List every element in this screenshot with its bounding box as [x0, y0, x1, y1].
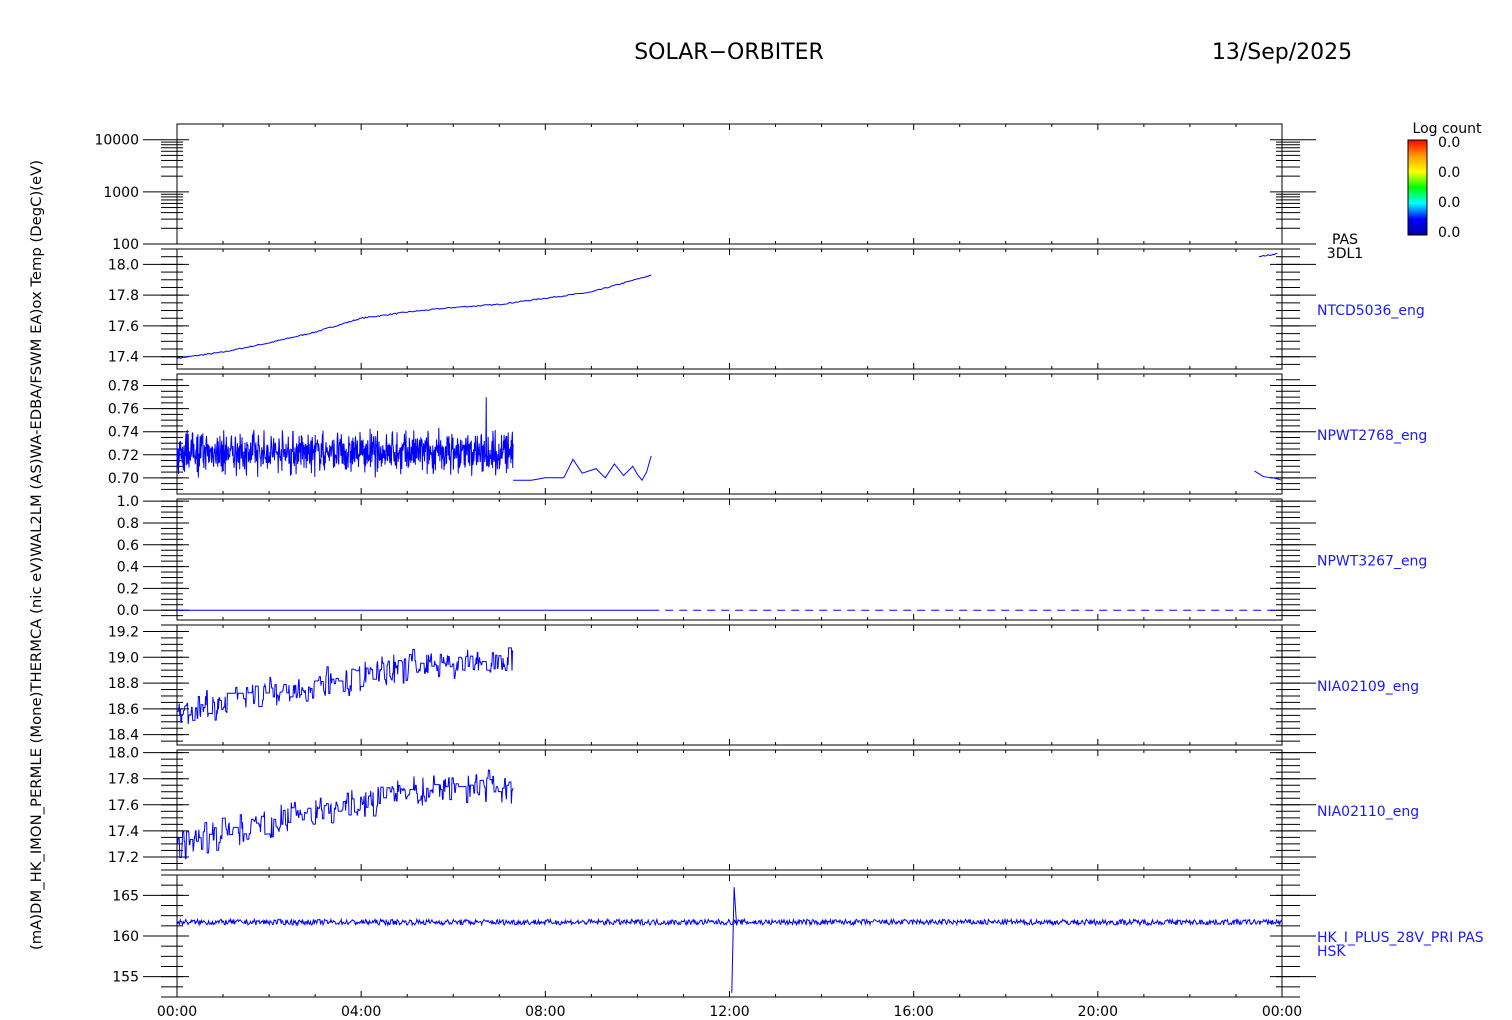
- series-line: [176, 274, 652, 360]
- y-tick-label: 1.0: [117, 494, 139, 510]
- y-tick-label: 160: [112, 929, 139, 945]
- panel-label: HSK: [1317, 944, 1346, 960]
- y-tick-label: 155: [112, 970, 139, 986]
- panel-npwt2768: 0.78 0.76 0.74 0.72 0.70 NPWT2768_eng: [108, 373, 1427, 495]
- panel-hk-i-plus: 165160155HK_I_PLUS_28V_PRI PASHSK: [112, 874, 1484, 998]
- y-tick-label: 17.4: [108, 824, 139, 840]
- panel-ntcd5036: 18.0 17.8 17.6 17.4 NTCD5036_eng: [108, 248, 1425, 370]
- panel-label: 3DL1: [1327, 246, 1363, 262]
- panel-label: NIA02109_eng: [1317, 679, 1419, 695]
- y-tick-label: 18.4: [108, 728, 139, 744]
- y-tick-label: 0.76: [108, 402, 139, 418]
- y-tick-label: 18.0: [108, 257, 139, 273]
- chart-title-mission: SOLAR−ORBITER: [634, 40, 824, 65]
- x-tick-label: 20:00: [1078, 1004, 1118, 1020]
- panel-nia02110: 18.0 17.8 17.6 17.4 17.2 NIA02110_eng: [108, 746, 1419, 871]
- y-tick-label: 0.72: [108, 448, 139, 464]
- chart-svg: SOLAR−ORBITER 13/Sep/2025 Log count 0.0 …: [29, 40, 1484, 1020]
- chart-date: 13/Sep/2025: [1212, 40, 1352, 65]
- x-tick-label: 00:00: [1262, 1004, 1302, 1020]
- panel-nia02109: 19.2 19.0 18.8 18.6 18.4 NIA02109_eng: [108, 624, 1419, 746]
- panel-pas-3dl1: 100001000100 PAS3DL1: [94, 123, 1363, 262]
- y-tick-label: 17.8: [108, 288, 139, 304]
- y-tick-label: 0.70: [108, 471, 139, 487]
- series-line: [177, 647, 514, 725]
- panel-frame: [176, 373, 1283, 495]
- y-tick-label: 0.6: [117, 538, 139, 554]
- series-line: [513, 455, 652, 482]
- y-tick-label: 17.8: [108, 772, 139, 788]
- x-tick-label: 08:00: [525, 1004, 565, 1020]
- y-tick-label: 10000: [94, 133, 139, 149]
- y-tick-label: 19.2: [108, 624, 139, 640]
- y-tick-label: 19.0: [108, 650, 139, 666]
- panel-label: NIA02110_eng: [1317, 804, 1419, 820]
- x-tick-label: 04:00: [341, 1004, 381, 1020]
- y-tick-label: 0.4: [117, 560, 139, 576]
- y-axis-title: (mA)DM_HK_IMON_PERMLE (Mone)THERMCA (nic…: [29, 160, 45, 950]
- panel-frame: [176, 248, 1283, 370]
- y-tick-label: 165: [112, 888, 139, 904]
- series-line: [1258, 253, 1278, 258]
- series-line: [176, 397, 514, 478]
- y-tick-label: 0.74: [108, 425, 139, 441]
- x-tick-label: 16:00: [893, 1004, 933, 1020]
- y-tick-label: 100: [112, 237, 139, 253]
- colorbar-label: 0.0: [1438, 225, 1460, 241]
- panel-frame: [176, 498, 1283, 621]
- panel-frame: [176, 123, 1283, 245]
- colorbar-label: 0.0: [1438, 135, 1460, 151]
- y-tick-label: 0.8: [117, 516, 139, 532]
- y-tick-label: 17.4: [108, 350, 139, 366]
- colorbar-label: 0.0: [1438, 195, 1460, 211]
- y-tick-label: 17.2: [108, 850, 139, 866]
- y-tick-label: 18.0: [108, 746, 139, 762]
- y-tick-label: 0.2: [117, 581, 139, 597]
- colorbar-label: 0.0: [1438, 165, 1460, 181]
- panel-label: NPWT3267_eng: [1317, 554, 1427, 570]
- y-tick-label: 0.78: [108, 379, 139, 395]
- x-tick-label: 00:00: [157, 1004, 197, 1020]
- panel-frame: [176, 874, 1283, 998]
- y-tick-label: 18.8: [108, 676, 139, 692]
- panel-npwt3267: 1.0 0.8 0.6 0.4 0.2 0.0 NPWT3267_eng: [117, 494, 1427, 621]
- x-tick-label: 12:00: [709, 1004, 749, 1020]
- series-line: [177, 769, 514, 860]
- y-tick-label: 18.6: [108, 702, 139, 718]
- y-tick-label: 1000: [103, 185, 139, 201]
- panel-label: NTCD5036_eng: [1317, 303, 1425, 319]
- y-tick-label: 17.6: [108, 319, 139, 335]
- y-tick-label: 0.0: [117, 603, 139, 619]
- y-tick-label: 17.6: [108, 798, 139, 814]
- chart-panels: 100001000100 PAS3DL118.017.817.617.4NTCD5…: [94, 123, 1484, 1020]
- series-line: [176, 887, 1283, 993]
- colorbar: [1407, 139, 1428, 236]
- panel-label: NPWT2768_eng: [1317, 428, 1427, 444]
